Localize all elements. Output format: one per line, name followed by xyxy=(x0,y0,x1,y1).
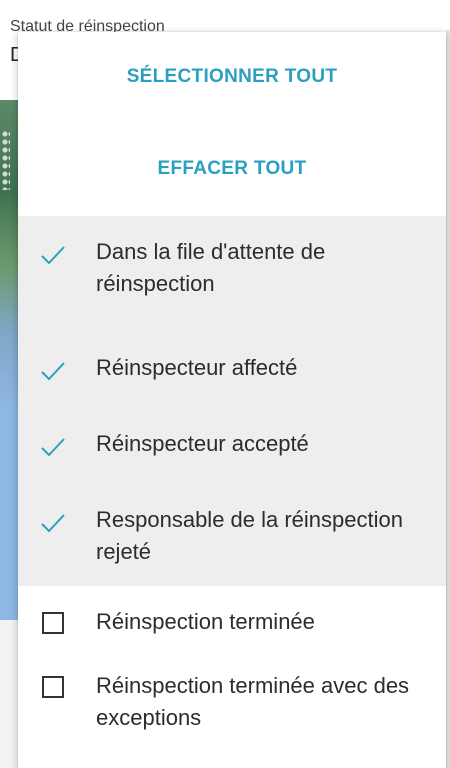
status-option-queue[interactable]: Dans la file d'attente de réinspection xyxy=(18,216,446,340)
option-label: Réinspection terminée xyxy=(96,609,315,634)
option-label: Réinspecteur affecté xyxy=(96,355,298,380)
clear-all-button[interactable]: EFFACER TOUT xyxy=(18,158,446,180)
checkmark-icon xyxy=(41,514,65,533)
status-option-completed-exceptions[interactable]: Réinspection terminée avec des exception… xyxy=(18,656,446,756)
checkmark-icon xyxy=(41,438,65,457)
checkbox-empty-icon[interactable] xyxy=(42,612,64,634)
option-label: Responsable de la réinspection rejeté xyxy=(96,507,403,564)
checkmark-icon xyxy=(41,246,65,265)
checkmark-icon xyxy=(41,362,65,381)
status-options-list: Dans la file d'attente de réinspection R… xyxy=(18,216,446,756)
checkbox-empty-icon[interactable] xyxy=(42,676,64,698)
option-label: Réinspecteur accepté xyxy=(96,431,309,456)
status-option-rejected[interactable]: Responsable de la réinspection rejeté xyxy=(18,492,446,586)
page-background-lower xyxy=(0,620,18,768)
status-option-assigned[interactable]: Réinspecteur affecté xyxy=(18,340,446,416)
select-all-button[interactable]: SÉLECTIONNER TOUT xyxy=(18,66,446,88)
status-dropdown-panel: SÉLECTIONNER TOUT EFFACER TOUT Dans la f… xyxy=(18,32,446,768)
scrollbar-track xyxy=(446,30,450,768)
option-label: Dans la file d'attente de réinspection xyxy=(96,239,326,296)
status-option-completed[interactable]: Réinspection terminée xyxy=(18,586,446,656)
status-option-accepted[interactable]: Réinspecteur accepté xyxy=(18,416,446,492)
map-background xyxy=(0,100,18,620)
option-label: Réinspection terminée avec des exception… xyxy=(96,673,410,730)
